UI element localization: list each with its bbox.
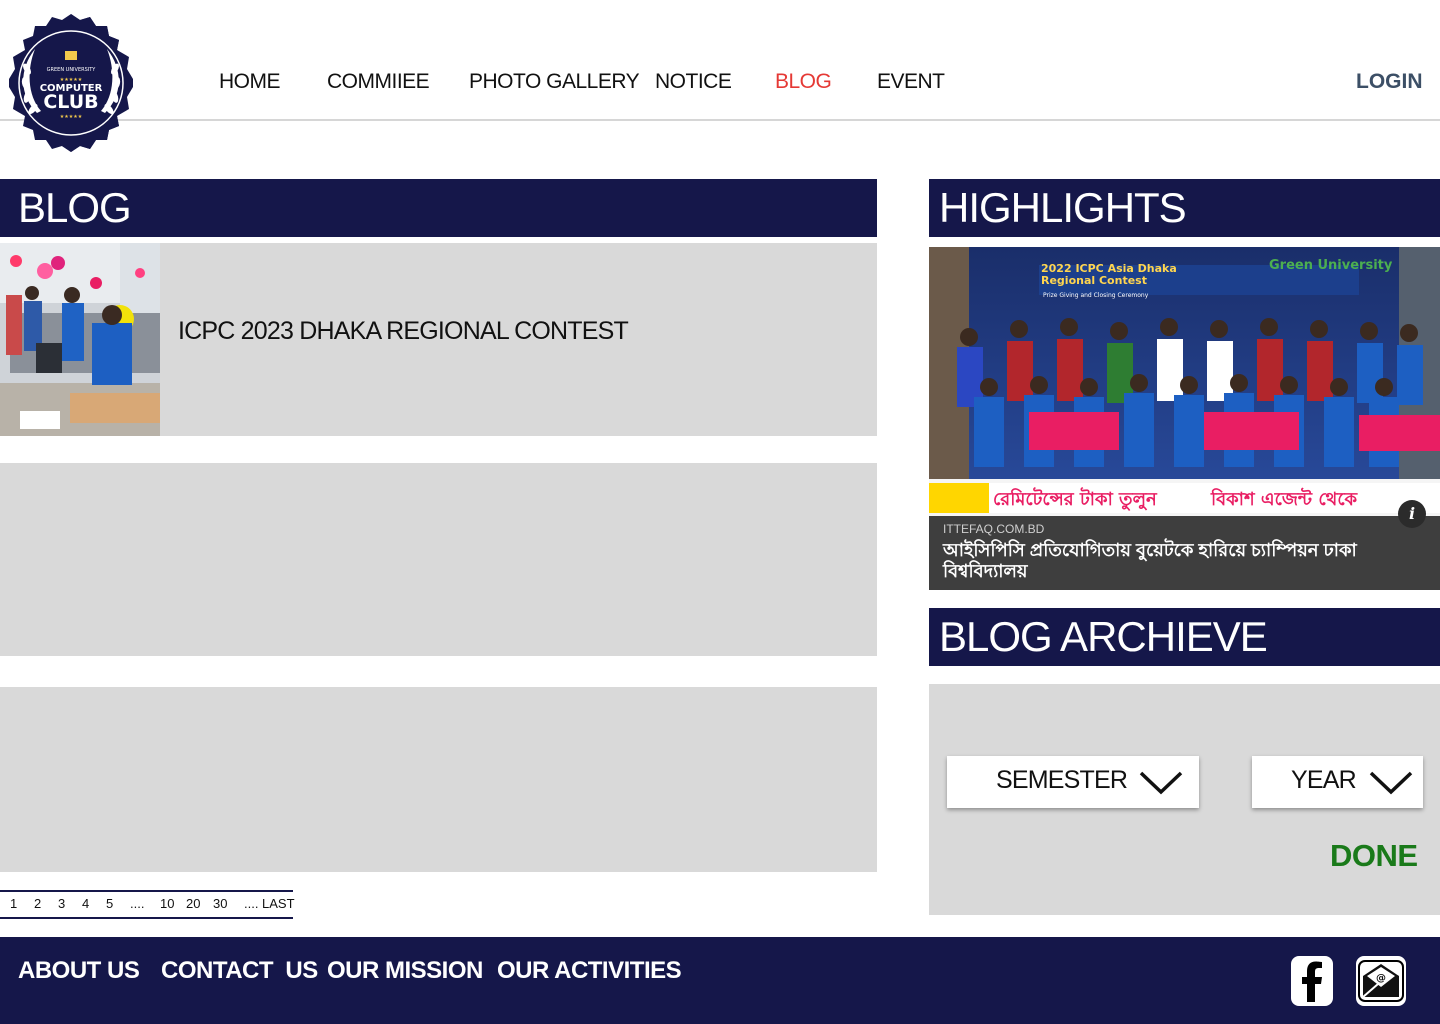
nav-committee[interactable]: COMMIIEE bbox=[327, 70, 430, 94]
archive-filter-panel: SEMESTER YEAR DONE bbox=[929, 684, 1440, 915]
blog-post-thumbnail[interactable] bbox=[0, 243, 160, 436]
club-logo[interactable]: GREEN UNIVERSITY ★★★★★ COMPUTER CLUB ★★★… bbox=[0, 14, 142, 152]
login-link[interactable]: LOGIN bbox=[1356, 70, 1423, 94]
svg-text:Prize Giving and Closing Cerem: Prize Giving and Closing Ceremony bbox=[1043, 292, 1149, 299]
page-2[interactable]: 2 bbox=[34, 896, 41, 911]
site-header: HOME COMMIIEE PHOTO GALLERY NOTICE BLOG … bbox=[0, 0, 1440, 121]
page-last[interactable]: LAST bbox=[262, 896, 295, 911]
page-3[interactable]: 3 bbox=[58, 896, 65, 911]
nav-notice[interactable]: NOTICE bbox=[655, 70, 732, 94]
svg-text:@: @ bbox=[1376, 973, 1386, 984]
svg-text:GREEN UNIVERSITY: GREEN UNIVERSITY bbox=[47, 67, 97, 73]
svg-text:বিকাশ এজেন্ট থেকে: বিকাশ এজেন্ট থেকে bbox=[1210, 487, 1359, 510]
highlight-caption: ITTEFAQ.COM.BD আইসিপিসি প্রতিযোগিতায় বু… bbox=[929, 516, 1440, 590]
page-1[interactable]: 1 bbox=[10, 896, 17, 911]
nav-blog[interactable]: BLOG bbox=[775, 70, 832, 94]
semester-select-label: SEMESTER bbox=[996, 766, 1128, 794]
pagination: 1 2 3 4 5 .... 10 20 30 .... LAST bbox=[0, 890, 295, 919]
blog-post-card-placeholder[interactable] bbox=[0, 687, 877, 872]
page-10[interactable]: 10 bbox=[160, 896, 174, 911]
chevron-down-icon bbox=[1369, 771, 1413, 795]
blog-section-title: BLOG bbox=[0, 179, 877, 237]
archive-section-title: BLOG ARCHIEVE bbox=[929, 608, 1440, 666]
info-icon[interactable]: i bbox=[1398, 500, 1426, 528]
nav-home[interactable]: HOME bbox=[219, 70, 281, 94]
page-4[interactable]: 4 bbox=[82, 896, 89, 911]
blog-post-card-placeholder[interactable] bbox=[0, 463, 877, 656]
svg-text:CLUB: CLUB bbox=[43, 91, 98, 113]
highlights-section-title: HIGHLIGHTS bbox=[929, 179, 1440, 237]
year-select[interactable]: YEAR bbox=[1252, 756, 1423, 808]
semester-select[interactable]: SEMESTER bbox=[947, 756, 1199, 808]
svg-text:Regional Contest: Regional Contest bbox=[1041, 274, 1147, 287]
footer-about-us[interactable]: ABOUT US bbox=[18, 957, 140, 985]
email-icon[interactable]: @ bbox=[1356, 956, 1406, 1006]
page-ellipsis: .... bbox=[130, 896, 145, 911]
blog-post-card[interactable]: ICPC 2023 DHAKA REGIONAL CONTEST bbox=[0, 243, 877, 436]
nav-event[interactable]: EVENT bbox=[877, 70, 945, 94]
svg-text:★★★★★: ★★★★★ bbox=[60, 114, 83, 120]
page-ellipsis: .... bbox=[244, 896, 259, 911]
highlight-photo: 2022 ICPC Asia Dhaka Regional Contest Pr… bbox=[929, 247, 1440, 516]
svg-text:রেমিটেন্সের টাকা তুলুন: রেমিটেন্সের টাকা তুলুন bbox=[993, 487, 1158, 511]
highlight-card[interactable]: 2022 ICPC Asia Dhaka Regional Contest Pr… bbox=[929, 247, 1440, 590]
facebook-icon[interactable] bbox=[1291, 956, 1333, 1006]
highlight-source: ITTEFAQ.COM.BD bbox=[943, 522, 1045, 536]
page-30[interactable]: 30 bbox=[213, 896, 227, 911]
footer-our-activities[interactable]: OUR ACTIVITIES bbox=[497, 957, 682, 985]
footer-contact-us[interactable]: CONTACT US bbox=[161, 957, 318, 985]
page-5[interactable]: 5 bbox=[106, 896, 113, 911]
nav-photo-gallery[interactable]: PHOTO GALLERY bbox=[469, 70, 640, 94]
footer-our-mission[interactable]: OUR MISSION bbox=[327, 957, 483, 985]
done-button[interactable]: DONE bbox=[1330, 838, 1418, 874]
year-select-label: YEAR bbox=[1291, 766, 1357, 794]
blog-post-title[interactable]: ICPC 2023 DHAKA REGIONAL CONTEST bbox=[178, 317, 629, 346]
chevron-down-icon bbox=[1139, 771, 1183, 795]
highlight-headline[interactable]: আইসিপিসি প্রতিযোগিতায় বুয়েটকে হারিয়ে … bbox=[943, 540, 1413, 582]
page-20[interactable]: 20 bbox=[186, 896, 200, 911]
site-footer: ABOUT US CONTACT US OUR MISSION OUR ACTI… bbox=[0, 937, 1440, 1024]
svg-text:Green University: Green University bbox=[1269, 258, 1393, 273]
